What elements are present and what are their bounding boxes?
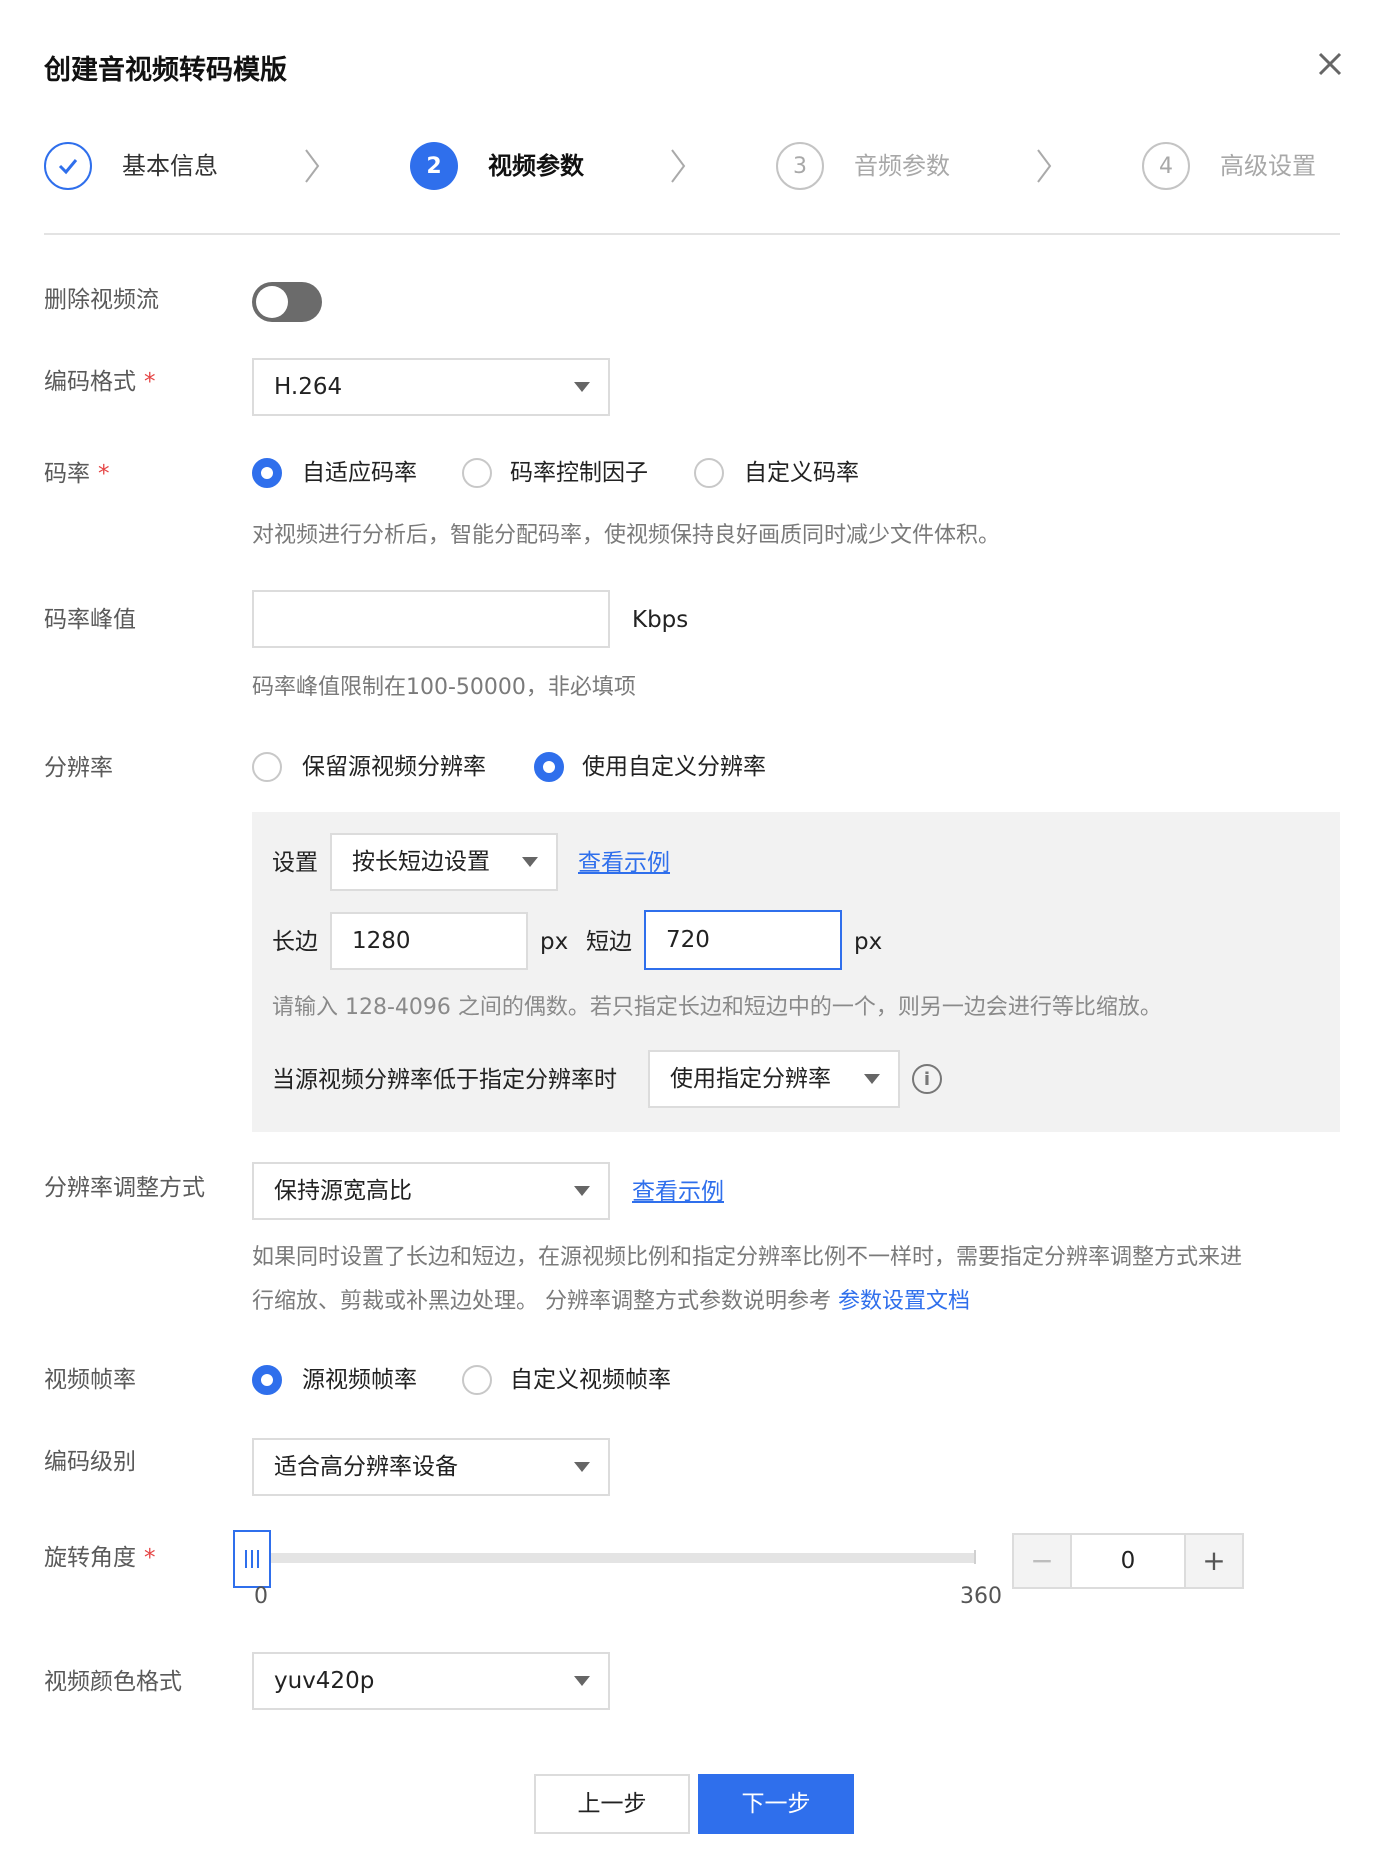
bitrate-adaptive-label[interactable]: 自适应码率 [302,457,417,489]
resolution-setting-label: 设置 [272,850,318,876]
step-3-number: 3 [776,142,824,190]
frame-rate-label: 视频帧率 [44,1367,136,1393]
frame-rate-custom-radio[interactable] [462,1365,492,1395]
resize-mode-label: 分辨率调整方式 [44,1175,205,1201]
long-side-input[interactable]: 1280 [330,912,528,970]
peak-bitrate-input[interactable] [252,590,610,648]
codec-value: H.264 [274,374,343,400]
peak-bitrate-hint: 码率峰值限制在100-50000，非必填项 [252,675,636,700]
rotation-label: 旋转角度 * [44,1545,156,1571]
step-2-label: 视频参数 [488,152,584,180]
resolution-custom-label[interactable]: 使用自定义分辨率 [582,751,766,783]
pixel-format-label: 视频颜色格式 [44,1669,182,1695]
resize-mode-example-link[interactable]: 查看示例 [632,1176,724,1208]
resolution-source-label[interactable]: 保留源视频分辨率 [302,751,486,783]
caret-down-icon [574,382,590,392]
required-mark: * [144,369,156,395]
step-4-number: 4 [1142,142,1190,190]
step-4-label: 高级设置 [1220,152,1316,180]
short-side-input[interactable]: 720 [644,910,842,970]
rotation-slider-handle[interactable] [233,1530,271,1588]
frame-rate-source-radio[interactable] [252,1365,282,1395]
rotation-value-input[interactable]: 0 [1072,1535,1184,1587]
slider-end-tick [974,1550,976,1564]
peak-bitrate-unit: Kbps [632,607,689,633]
dialog-title: 创建音视频转码模版 [44,55,287,86]
resolution-example-link[interactable]: 查看示例 [578,847,670,879]
caret-down-icon [574,1186,590,1196]
resize-mode-hint-line1: 如果同时设置了长边和短边，在源视频比例和指定分辨率比例不一样时，需要指定分辨率调… [252,1245,1243,1270]
frame-rate-source-label[interactable]: 源视频帧率 [302,1364,417,1396]
chevron-right-icon [305,149,320,183]
caret-down-icon [574,1676,590,1686]
short-side-unit: px [854,929,883,955]
bitrate-custom-label[interactable]: 自定义码率 [744,457,859,489]
rotation-max-label: 360 [960,1584,1002,1609]
peak-bitrate-label: 码率峰值 [44,607,136,633]
profile-label: 编码级别 [44,1449,136,1475]
rotation-min-label: 0 [254,1584,268,1609]
bitrate-custom-radio[interactable] [694,458,724,488]
prev-button[interactable]: 上一步 [534,1774,690,1834]
divider [44,233,1340,235]
caret-down-icon [522,857,538,867]
short-side-label: 短边 [586,929,632,955]
info-icon[interactable]: i [912,1064,942,1094]
chevron-right-icon [1037,149,1052,183]
next-button[interactable]: 下一步 [698,1774,854,1834]
required-mark: * [144,1545,156,1571]
resize-mode-select[interactable]: 保持源宽高比 [252,1162,610,1220]
bitrate-label: 码率 * [44,461,110,487]
rotation-stepper: − 0 + [1012,1533,1244,1589]
frame-rate-custom-label[interactable]: 自定义视频帧率 [510,1364,671,1396]
resolution-setting-select[interactable]: 按长短边设置 [330,833,558,891]
close-icon[interactable] [1312,46,1348,82]
long-side-unit: px [540,929,569,955]
bitrate-hint: 对视频进行分析后，智能分配码率，使视频保持良好画质同时减少文件体积。 [252,523,1001,548]
bitrate-factor-radio[interactable] [462,458,492,488]
step-1[interactable] [44,142,92,190]
resolution-custom-radio[interactable] [534,752,564,782]
chevron-right-icon [671,149,686,183]
step-3-label: 音频参数 [854,152,950,180]
caret-down-icon [864,1074,880,1084]
lower-resolution-label: 当源视频分辨率低于指定分辨率时 [272,1067,617,1093]
remove-video-label: 删除视频流 [44,287,159,313]
profile-select[interactable]: 适合高分辨率设备 [252,1438,610,1496]
resolution-source-radio[interactable] [252,752,282,782]
minus-button[interactable]: − [1014,1535,1072,1587]
bitrate-factor-label[interactable]: 码率控制因子 [510,457,648,489]
long-side-label: 长边 [272,929,318,955]
codec-select[interactable]: H.264 [252,358,610,416]
toggle-knob [256,286,288,318]
rotation-slider-track[interactable] [252,1553,974,1563]
lower-resolution-select[interactable]: 使用指定分辨率 [648,1050,900,1108]
resolution-label: 分辨率 [44,755,113,781]
pixel-format-select[interactable]: yuv420p [252,1652,610,1710]
check-icon [44,142,92,190]
required-mark: * [98,461,110,487]
resolution-hint: 请输入 128-4096 之间的偶数。若只指定长边和短边中的一个，则另一边会进行… [272,995,1162,1020]
plus-button[interactable]: + [1184,1535,1242,1587]
caret-down-icon [574,1462,590,1472]
codec-label: 编码格式 * [44,369,156,395]
step-1-label: 基本信息 [122,152,218,180]
bitrate-adaptive-radio[interactable] [252,458,282,488]
remove-video-toggle[interactable] [252,282,322,322]
docs-link[interactable]: 参数设置文档 [838,1289,970,1314]
step-2-number: 2 [410,142,458,190]
resize-mode-hint-line2: 行缩放、剪裁或补黑边处理。 分辨率调整方式参数说明参考 参数设置文档 [252,1289,971,1314]
